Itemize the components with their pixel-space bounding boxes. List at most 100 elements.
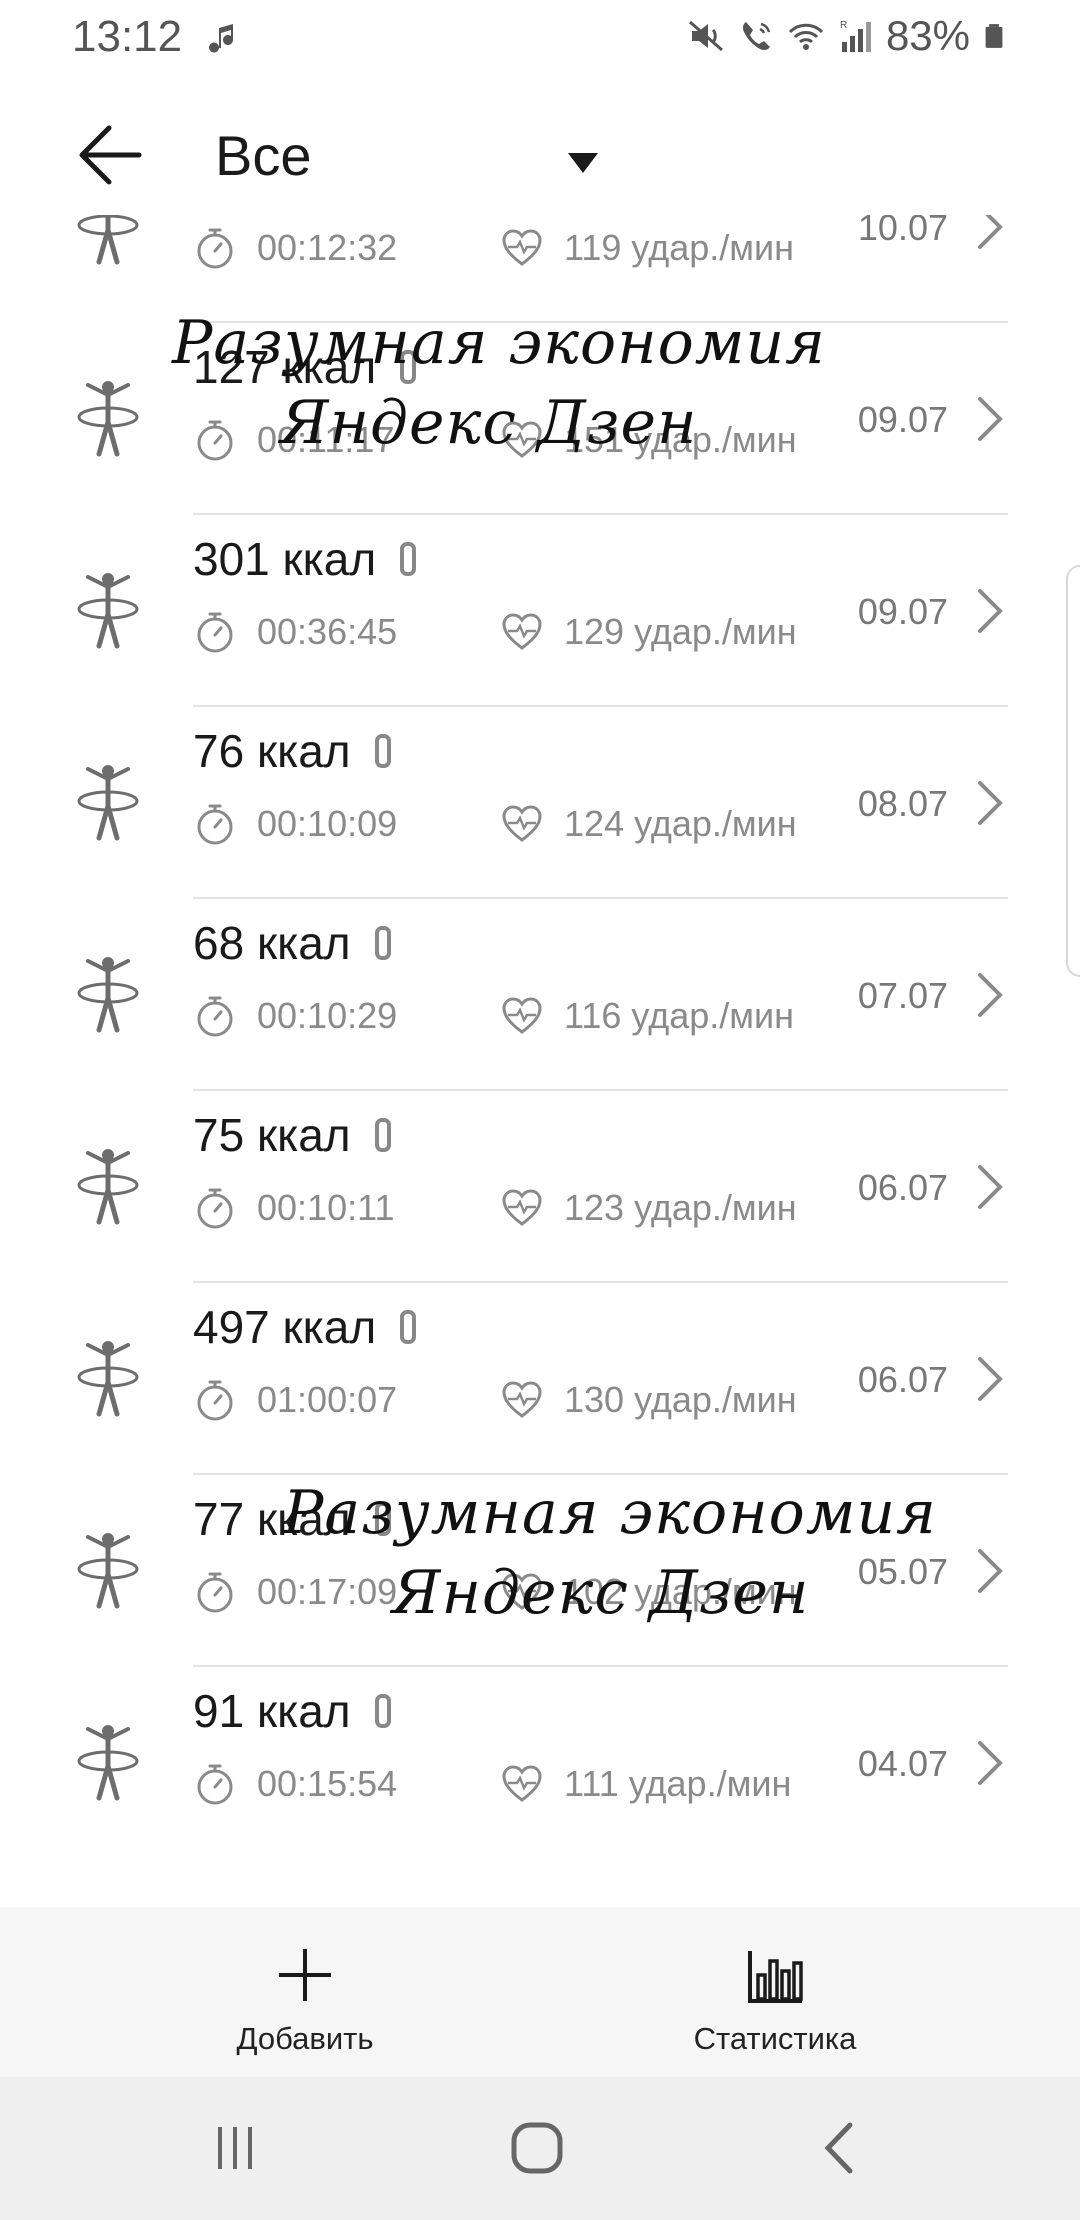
- duration-text: 00:17:09: [257, 1571, 398, 1612]
- watermark-line1: Разумная экономия: [283, 1478, 937, 1548]
- hula-hoop-icon: [75, 1147, 141, 1227]
- duration-text: 00:10:11: [257, 1187, 395, 1228]
- workout-pulse: 123 удар./мин: [500, 1186, 797, 1230]
- workout-date: 06.07: [857, 1359, 948, 1400]
- kcal-text: 91 ккал: [193, 1685, 351, 1737]
- pulse-text: 119 удар./мин: [564, 227, 794, 268]
- home-icon: [511, 2122, 563, 2174]
- fitness-band-icon: [400, 1310, 417, 1344]
- workout-row[interactable]: 301 ккал 00:36:45 129 удар./мин 09.07: [0, 514, 1080, 707]
- workout-row[interactable]: 76 ккал 00:10:09 124 удар./мин 08.07: [0, 706, 1080, 899]
- battery-percent: 83%: [885, 12, 970, 59]
- workout-pulse: 116 удар./мин: [500, 994, 794, 1038]
- watermark-line2: Яндекс Дзен: [280, 388, 698, 458]
- workout-row[interactable]: 497 ккал 01:00:07 130 удар./мин 06.07: [0, 1282, 1080, 1475]
- plus-icon: [279, 1949, 331, 2001]
- battery-icon: [985, 24, 1003, 48]
- heart-rate-icon: [500, 994, 564, 1038]
- stopwatch-icon: [193, 1378, 257, 1422]
- workout-kcal: 497 ккал: [193, 1300, 417, 1354]
- workout-list[interactable]: 84 ккал 00:12:32 119 удар./мин 10.07: [0, 215, 1080, 1907]
- chevron-right-icon: [975, 1355, 1005, 1403]
- heart-rate-icon: [500, 1186, 564, 1230]
- kcal-text: 68 ккал: [193, 917, 351, 969]
- stopwatch-icon: [193, 1186, 257, 1230]
- filter-dropdown[interactable]: Все: [215, 123, 598, 188]
- duration-text: 00:10:29: [257, 995, 398, 1036]
- wifi-icon: [788, 23, 823, 50]
- kcal-text: 301 ккал: [193, 533, 377, 585]
- statistics-label: Статистика: [693, 2021, 857, 2056]
- status-bar: 13:12 R 83%: [0, 0, 1080, 75]
- duration-text: 01:00:07: [257, 1379, 398, 1420]
- stopwatch-icon: [193, 1762, 257, 1806]
- add-label: Добавить: [236, 2021, 374, 2056]
- heart-rate-icon: [500, 802, 564, 846]
- status-icons: R 83%: [686, 12, 1008, 60]
- home-button[interactable]: [502, 2113, 572, 2183]
- pulse-text: 124 удар./мин: [564, 803, 797, 844]
- workout-row[interactable]: 91 ккал 00:15:54 111 удар./мин 04.07: [0, 1666, 1080, 1858]
- back-button[interactable]: [70, 115, 150, 195]
- stopwatch-icon: [193, 1570, 257, 1614]
- workout-pulse: 124 удар./мин: [500, 802, 797, 846]
- workout-kcal: 76 ккал: [193, 724, 391, 778]
- stopwatch-icon: [193, 994, 257, 1038]
- status-time: 13:12: [72, 12, 183, 61]
- workout-kcal: 75 ккал: [193, 1108, 391, 1162]
- chevron-right-icon: [975, 1547, 1005, 1595]
- heart-rate-icon: [500, 1762, 564, 1806]
- pulse-text: 130 удар./мин: [564, 1379, 797, 1420]
- filter-label: Все: [215, 124, 312, 187]
- workout-duration: 00:10:09: [193, 802, 397, 846]
- workout-date: 07.07: [857, 975, 948, 1016]
- kcal-text: 497 ккал: [193, 1301, 377, 1353]
- signal-roaming-icon: R: [840, 20, 871, 52]
- heart-rate-icon: [500, 610, 564, 654]
- hula-hoop-icon: [75, 955, 141, 1035]
- stopwatch-icon: [193, 226, 257, 270]
- recent-apps-icon: [218, 2127, 252, 2169]
- workout-duration: 00:10:29: [193, 994, 397, 1038]
- app-bar: Все: [0, 105, 1080, 215]
- heart-rate-icon: [500, 1378, 564, 1422]
- system-navigation-bar: [0, 2077, 1080, 2220]
- workout-duration: 00:36:45: [193, 610, 397, 654]
- workout-kcal: 68 ккал: [193, 916, 391, 970]
- chevron-right-icon: [975, 215, 1005, 251]
- watermark-line2: Яндекс Дзен: [392, 1558, 810, 1628]
- stopwatch-icon: [193, 418, 257, 462]
- workout-duration: 00:17:09: [193, 1570, 397, 1614]
- pulse-text: 111 удар./мин: [564, 1763, 792, 1804]
- triangle-down-icon: [568, 153, 598, 173]
- add-button[interactable]: Добавить: [205, 1907, 405, 2077]
- statistics-button[interactable]: Статистика: [665, 1907, 885, 2077]
- hula-hoop-icon: [75, 763, 141, 843]
- workout-pulse: 111 удар./мин: [500, 1762, 791, 1806]
- workout-row[interactable]: 68 ккал 00:10:29 116 удар./мин 07.07: [0, 898, 1080, 1091]
- recent-apps-button[interactable]: [200, 2113, 270, 2183]
- chevron-right-icon: [975, 1739, 1005, 1787]
- workout-row[interactable]: 84 ккал 00:12:32 119 удар./мин 10.07: [0, 215, 1080, 323]
- back-nav-button[interactable]: [805, 2113, 875, 2183]
- workout-duration: 00:12:32: [193, 226, 397, 270]
- workout-date: 08.07: [857, 783, 948, 824]
- workout-date: 10.07: [857, 215, 948, 248]
- watermark-line1: Разумная экономия: [172, 308, 826, 378]
- workout-pulse: 119 удар./мин: [500, 226, 794, 270]
- workout-row[interactable]: 75 ккал 00:10:11 123 удар./мин 06.07: [0, 1090, 1080, 1283]
- stopwatch-icon: [193, 610, 257, 654]
- fitness-band-icon: [374, 926, 391, 960]
- scroll-indicator[interactable]: [1066, 565, 1080, 977]
- workout-date: 09.07: [857, 399, 948, 440]
- volte-call-icon: [742, 22, 771, 51]
- heart-rate-icon: [500, 226, 564, 270]
- hula-hoop-icon: [75, 379, 141, 459]
- hula-hoop-icon: [75, 1723, 141, 1803]
- chevron-right-icon: [975, 971, 1005, 1019]
- pulse-text: 116 удар./мин: [564, 995, 794, 1036]
- fitness-band-icon: [400, 542, 417, 576]
- chevron-right-icon: [975, 587, 1005, 635]
- hula-hoop-icon: [75, 571, 141, 651]
- mute-icon: [688, 20, 723, 52]
